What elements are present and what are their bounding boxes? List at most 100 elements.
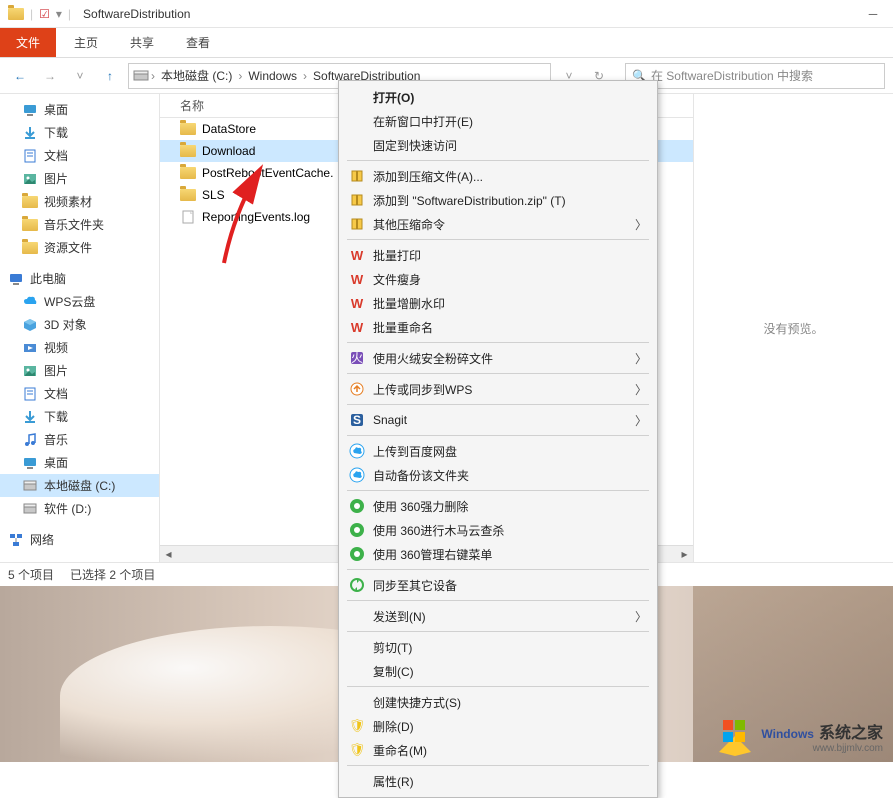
up-button[interactable]: ↑ (98, 64, 122, 88)
tree-item[interactable]: 音乐文件夹 (0, 213, 159, 236)
tree-item[interactable]: 资源文件 (0, 236, 159, 259)
wps-w-icon: W (347, 272, 367, 287)
doc-icon (22, 386, 38, 402)
tree-item[interactable]: 视频素材 (0, 190, 159, 213)
tree-item[interactable]: 桌面 (0, 451, 159, 474)
tree-item[interactable]: 本地磁盘 (C:) (0, 474, 159, 497)
menu-item[interactable]: 属性(R) (341, 769, 655, 793)
menu-item[interactable]: SSnagit〉 (341, 408, 655, 432)
tree-label: WPS云盘 (44, 293, 95, 310)
menu-label: 批量增删水印 (373, 295, 445, 312)
tree-label: 本地磁盘 (C:) (44, 477, 115, 494)
menu-label: 批量打印 (373, 247, 421, 264)
tree-item[interactable]: 文档 (0, 144, 159, 167)
search-placeholder: 在 SoftwareDistribution 中搜索 (651, 67, 813, 84)
menu-label: 复制(C) (373, 663, 414, 680)
tree-item[interactable]: 音乐 (0, 428, 159, 451)
tab-view[interactable]: 查看 (170, 28, 226, 57)
shield-icon: 🛡 (347, 742, 367, 758)
minimize-button[interactable]: ─ (853, 0, 893, 28)
menu-item[interactable]: W文件瘦身 (341, 267, 655, 291)
menu-label: 上传到百度网盘 (373, 443, 457, 460)
tree-item[interactable]: 图片 (0, 359, 159, 382)
tree-item[interactable]: 下载 (0, 405, 159, 428)
menu-item[interactable]: 上传到百度网盘 (341, 439, 655, 463)
tree-network[interactable]: 网络 (0, 528, 159, 551)
menu-item[interactable]: W批量增删水印 (341, 291, 655, 315)
menu-item[interactable]: 上传或同步到WPS〉 (341, 377, 655, 401)
svg-text:火: 火 (351, 351, 363, 365)
menu-item[interactable]: 发送到(N)〉 (341, 604, 655, 628)
menu-item[interactable]: 同步至其它设备 (341, 573, 655, 597)
menu-item[interactable]: 打开(O) (341, 85, 655, 109)
tree-item[interactable]: 文档 (0, 382, 159, 405)
breadcrumb-item[interactable]: 本地磁盘 (C:) (157, 67, 236, 84)
menu-item[interactable]: 🛡删除(D) (341, 714, 655, 738)
submenu-arrow-icon: 〉 (635, 216, 647, 233)
pic-icon (22, 363, 38, 379)
back-button[interactable]: ← (8, 64, 32, 88)
menu-item[interactable]: 在新窗口中打开(E) (341, 109, 655, 133)
bc-sep: › (301, 69, 309, 83)
tree-item[interactable]: 视频 (0, 336, 159, 359)
file-name: PostRebootEventCache. (202, 166, 333, 180)
menu-item[interactable]: 添加到 "SoftwareDistribution.zip" (T) (341, 188, 655, 212)
col-name[interactable]: 名称 (180, 97, 204, 114)
menu-item[interactable]: 剪切(T) (341, 635, 655, 659)
wps-w-icon: W (347, 248, 367, 263)
menu-label: 其他压缩命令 (373, 216, 445, 233)
tree-label: 桌面 (44, 454, 68, 471)
menu-item[interactable]: 使用 360进行木马云查杀 (341, 518, 655, 542)
menu-label: 使用火绒安全粉碎文件 (373, 350, 493, 367)
3d-icon (22, 317, 38, 333)
tree-item[interactable]: WPS云盘 (0, 290, 159, 313)
music-icon (22, 432, 38, 448)
tree-item[interactable]: 图片 (0, 167, 159, 190)
menu-item[interactable]: W批量重命名 (341, 315, 655, 339)
360-icon (347, 498, 367, 514)
ribbon-tabs: 文件 主页 共享 查看 (0, 28, 893, 58)
menu-item[interactable]: W 批量打印 (341, 243, 655, 267)
menu-separator (347, 631, 649, 632)
menu-item[interactable]: 复制(C) (341, 659, 655, 683)
window-title: SoftwareDistribution (71, 7, 190, 21)
menu-label: 自动备份该文件夹 (373, 467, 469, 484)
tree-item[interactable]: 下载 (0, 121, 159, 144)
tree-item[interactable]: 3D 对象 (0, 313, 159, 336)
pc-icon (8, 271, 24, 287)
menu-label: 创建快捷方式(S) (373, 694, 461, 711)
search-input[interactable]: 🔍 在 SoftwareDistribution 中搜索 (625, 63, 885, 89)
tab-share[interactable]: 共享 (114, 28, 170, 57)
menu-item[interactable]: 固定到快速访问 (341, 133, 655, 157)
tab-file[interactable]: 文件 (0, 28, 56, 57)
menu-item[interactable]: 创建快捷方式(S) (341, 690, 655, 714)
tab-home[interactable]: 主页 (58, 28, 114, 57)
menu-item[interactable]: 🛡重命名(M) (341, 738, 655, 762)
submenu-arrow-icon: 〉 (635, 608, 647, 625)
file-icon (180, 209, 196, 225)
menu-item[interactable]: 其他压缩命令 〉 (341, 212, 655, 236)
nav-tree[interactable]: 桌面下载文档图片视频素材音乐文件夹资源文件 此电脑 WPS云盘3D 对象视频图片… (0, 94, 160, 562)
menu-item[interactable]: 自动备份该文件夹 (341, 463, 655, 487)
menu-separator (347, 435, 649, 436)
tree-item[interactable]: 桌面 (0, 98, 159, 121)
download-icon (22, 125, 38, 141)
forward-button[interactable]: → (38, 64, 62, 88)
recent-dropdown[interactable]: ˅ (68, 64, 92, 88)
disk-icon (22, 501, 38, 517)
qat-overflow-icon[interactable]: ▾ (56, 7, 62, 21)
pic-icon (22, 171, 38, 187)
menu-item[interactable]: 火使用火绒安全粉碎文件〉 (341, 346, 655, 370)
qat-checkbox-icon[interactable]: ☑ (39, 7, 50, 21)
scroll-left-button[interactable]: ◂ (160, 546, 177, 563)
breadcrumb-item[interactable]: Windows (244, 69, 301, 83)
tree-this-pc[interactable]: 此电脑 (0, 267, 159, 290)
menu-item[interactable]: 使用 360管理右键菜单 (341, 542, 655, 566)
scroll-right-button[interactable]: ▸ (676, 546, 693, 563)
tree-item[interactable]: 软件 (D:) (0, 497, 159, 520)
menu-separator (347, 404, 649, 405)
tree-label: 图片 (44, 170, 68, 187)
file-name: SLS (202, 188, 225, 202)
menu-item[interactable]: 添加到压缩文件(A)... (341, 164, 655, 188)
menu-item[interactable]: 使用 360强力删除 (341, 494, 655, 518)
